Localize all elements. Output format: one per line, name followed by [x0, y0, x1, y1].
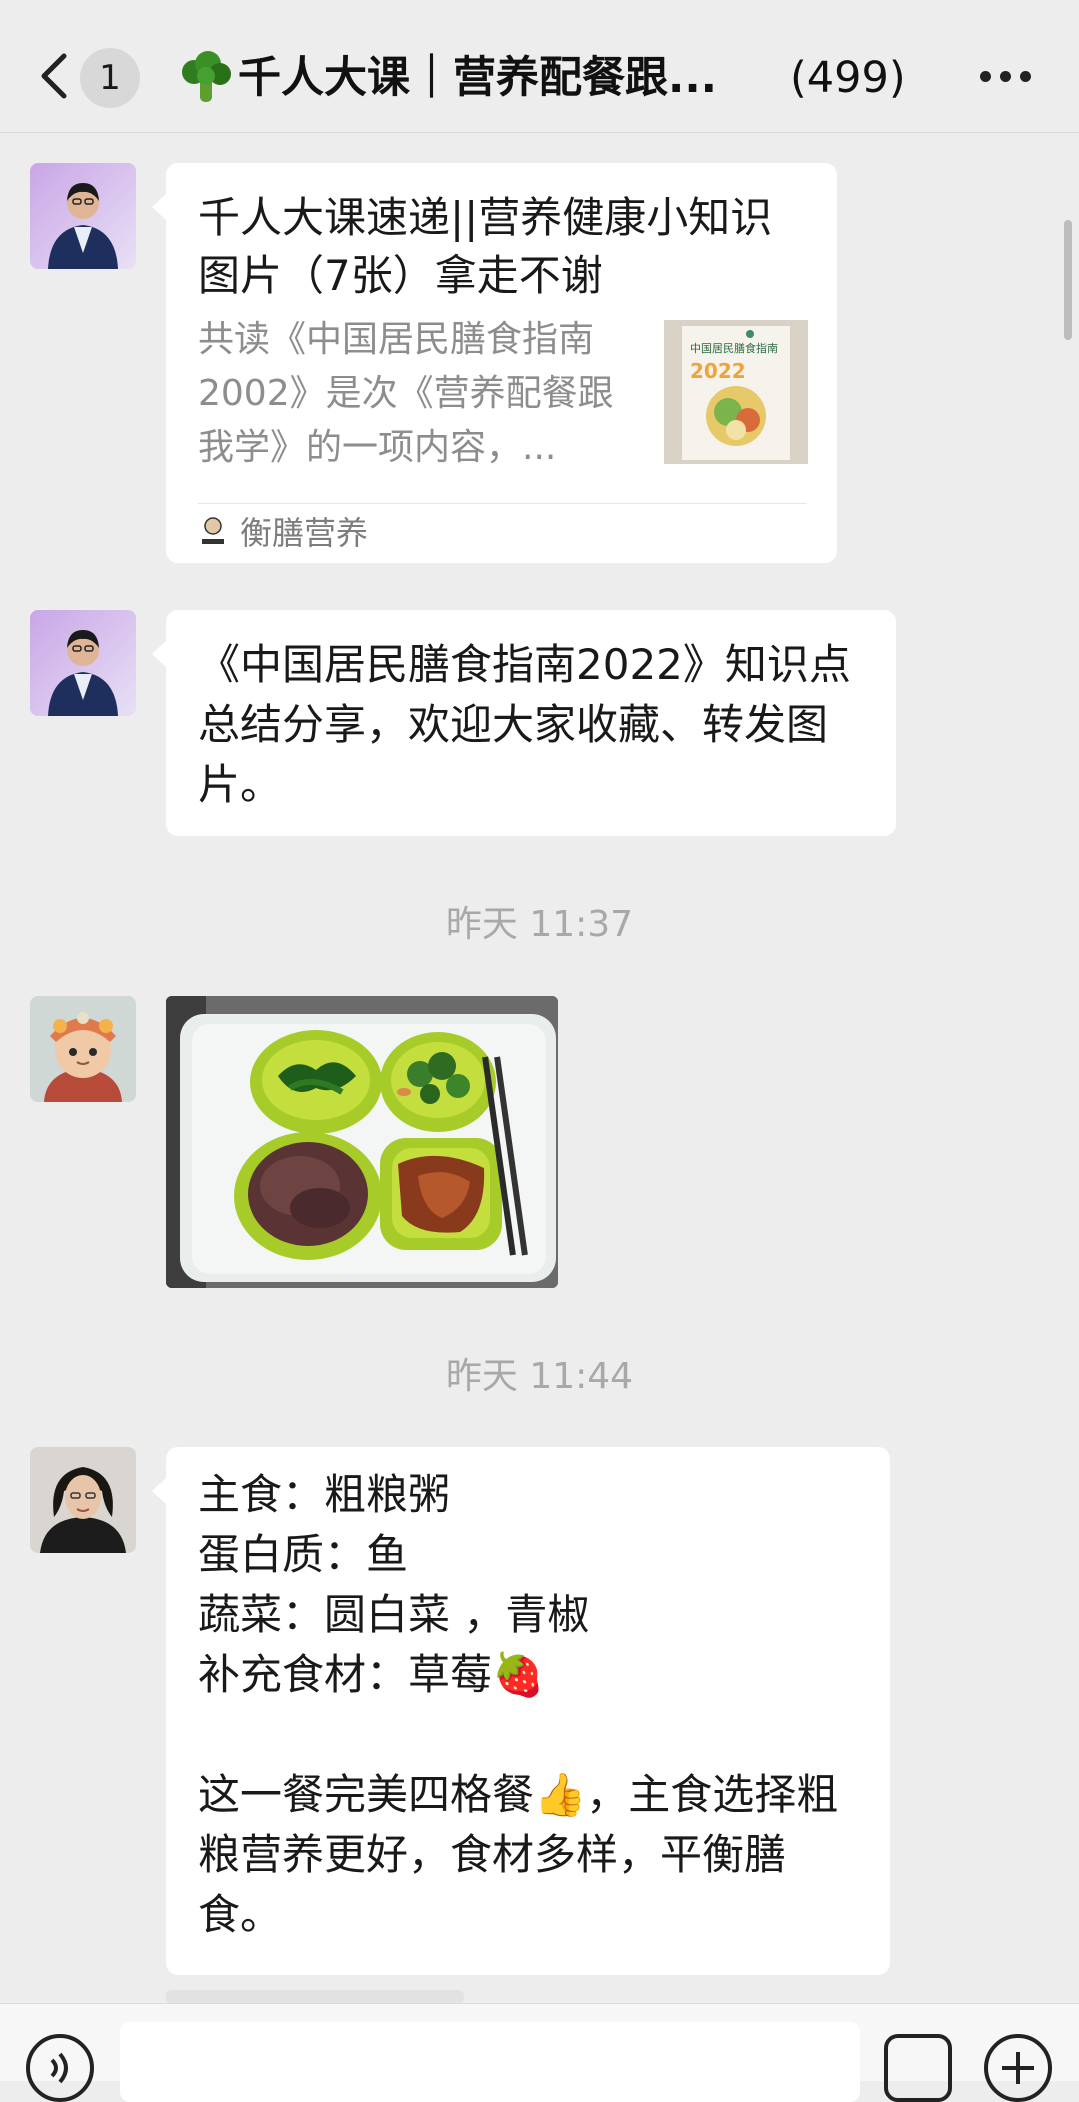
plus-icon — [1002, 2052, 1034, 2084]
message-input[interactable] — [120, 2022, 860, 2102]
thumbnail-book-title: 中国居民膳食指南 — [690, 341, 778, 355]
more-dots-icon — [980, 71, 991, 82]
chat-title[interactable]: 千人大课｜营养配餐跟... — [238, 48, 768, 108]
text-message[interactable]: 《中国居民膳食指南2022》知识点总结分享，欢迎大家收藏、转发图片。 — [152, 610, 896, 836]
link-card-divider — [198, 503, 807, 504]
member-count: (499) — [790, 53, 906, 103]
chat-header: 1 千人大课｜营养配餐跟... (499) — [0, 0, 1079, 133]
link-card-message[interactable]: 千人大课速递||营养健康小知识图片（7张）拿走不谢 共读《中国居民膳食指南200… — [152, 163, 837, 563]
back-button[interactable] — [34, 46, 74, 106]
link-card-description: 共读《中国居民膳食指南2002》是次《营养配餐跟我学》的一项内容，... — [198, 319, 614, 468]
plus-button[interactable] — [984, 2034, 1052, 2102]
thumbnail-year: 2022 — [690, 359, 746, 383]
avatar[interactable] — [30, 996, 136, 1102]
avatar[interactable] — [30, 610, 136, 716]
link-card-source: 衡膳营养 — [240, 514, 369, 552]
emoji-button[interactable] — [884, 2034, 952, 2102]
timestamp: 昨天 11:37 — [445, 904, 634, 945]
official-account-icon — [198, 515, 228, 549]
message-text: 《中国居民膳食指南2022》知识点总结分享，欢迎大家收藏、转发图片。 — [198, 640, 851, 809]
text-message[interactable]: 主食：粗粮粥 蛋白质：鱼 蔬菜：圆白菜 ，青椒 补充食材：草莓🍓 这一餐完美四格… — [152, 1447, 890, 1975]
avatar[interactable] — [30, 1447, 136, 1553]
voice-button[interactable] — [26, 2034, 94, 2102]
avatar[interactable] — [30, 163, 136, 269]
input-bar — [0, 2003, 1079, 2102]
more-button[interactable] — [978, 62, 1034, 92]
link-card-thumbnail: 中国居民膳食指南 2022 — [664, 320, 808, 464]
timestamp: 昨天 11:44 — [445, 1356, 634, 1397]
link-card-title: 千人大课速递||营养健康小知识图片（7张）拿走不谢 — [198, 193, 773, 300]
meal-photo[interactable] — [166, 996, 558, 1288]
scroll-indicator — [1064, 220, 1072, 340]
partial-message-preview — [166, 1990, 464, 2004]
message-text: 主食：粗粮粥 蛋白质：鱼 蔬菜：圆白菜 ，青椒 补充食材：草莓🍓 这一餐完美四格… — [198, 1470, 839, 1939]
broccoli-icon — [178, 50, 234, 106]
unread-count-badge[interactable]: 1 — [80, 48, 140, 108]
chevron-left-icon — [41, 53, 67, 99]
voice-icon — [50, 2052, 68, 2084]
